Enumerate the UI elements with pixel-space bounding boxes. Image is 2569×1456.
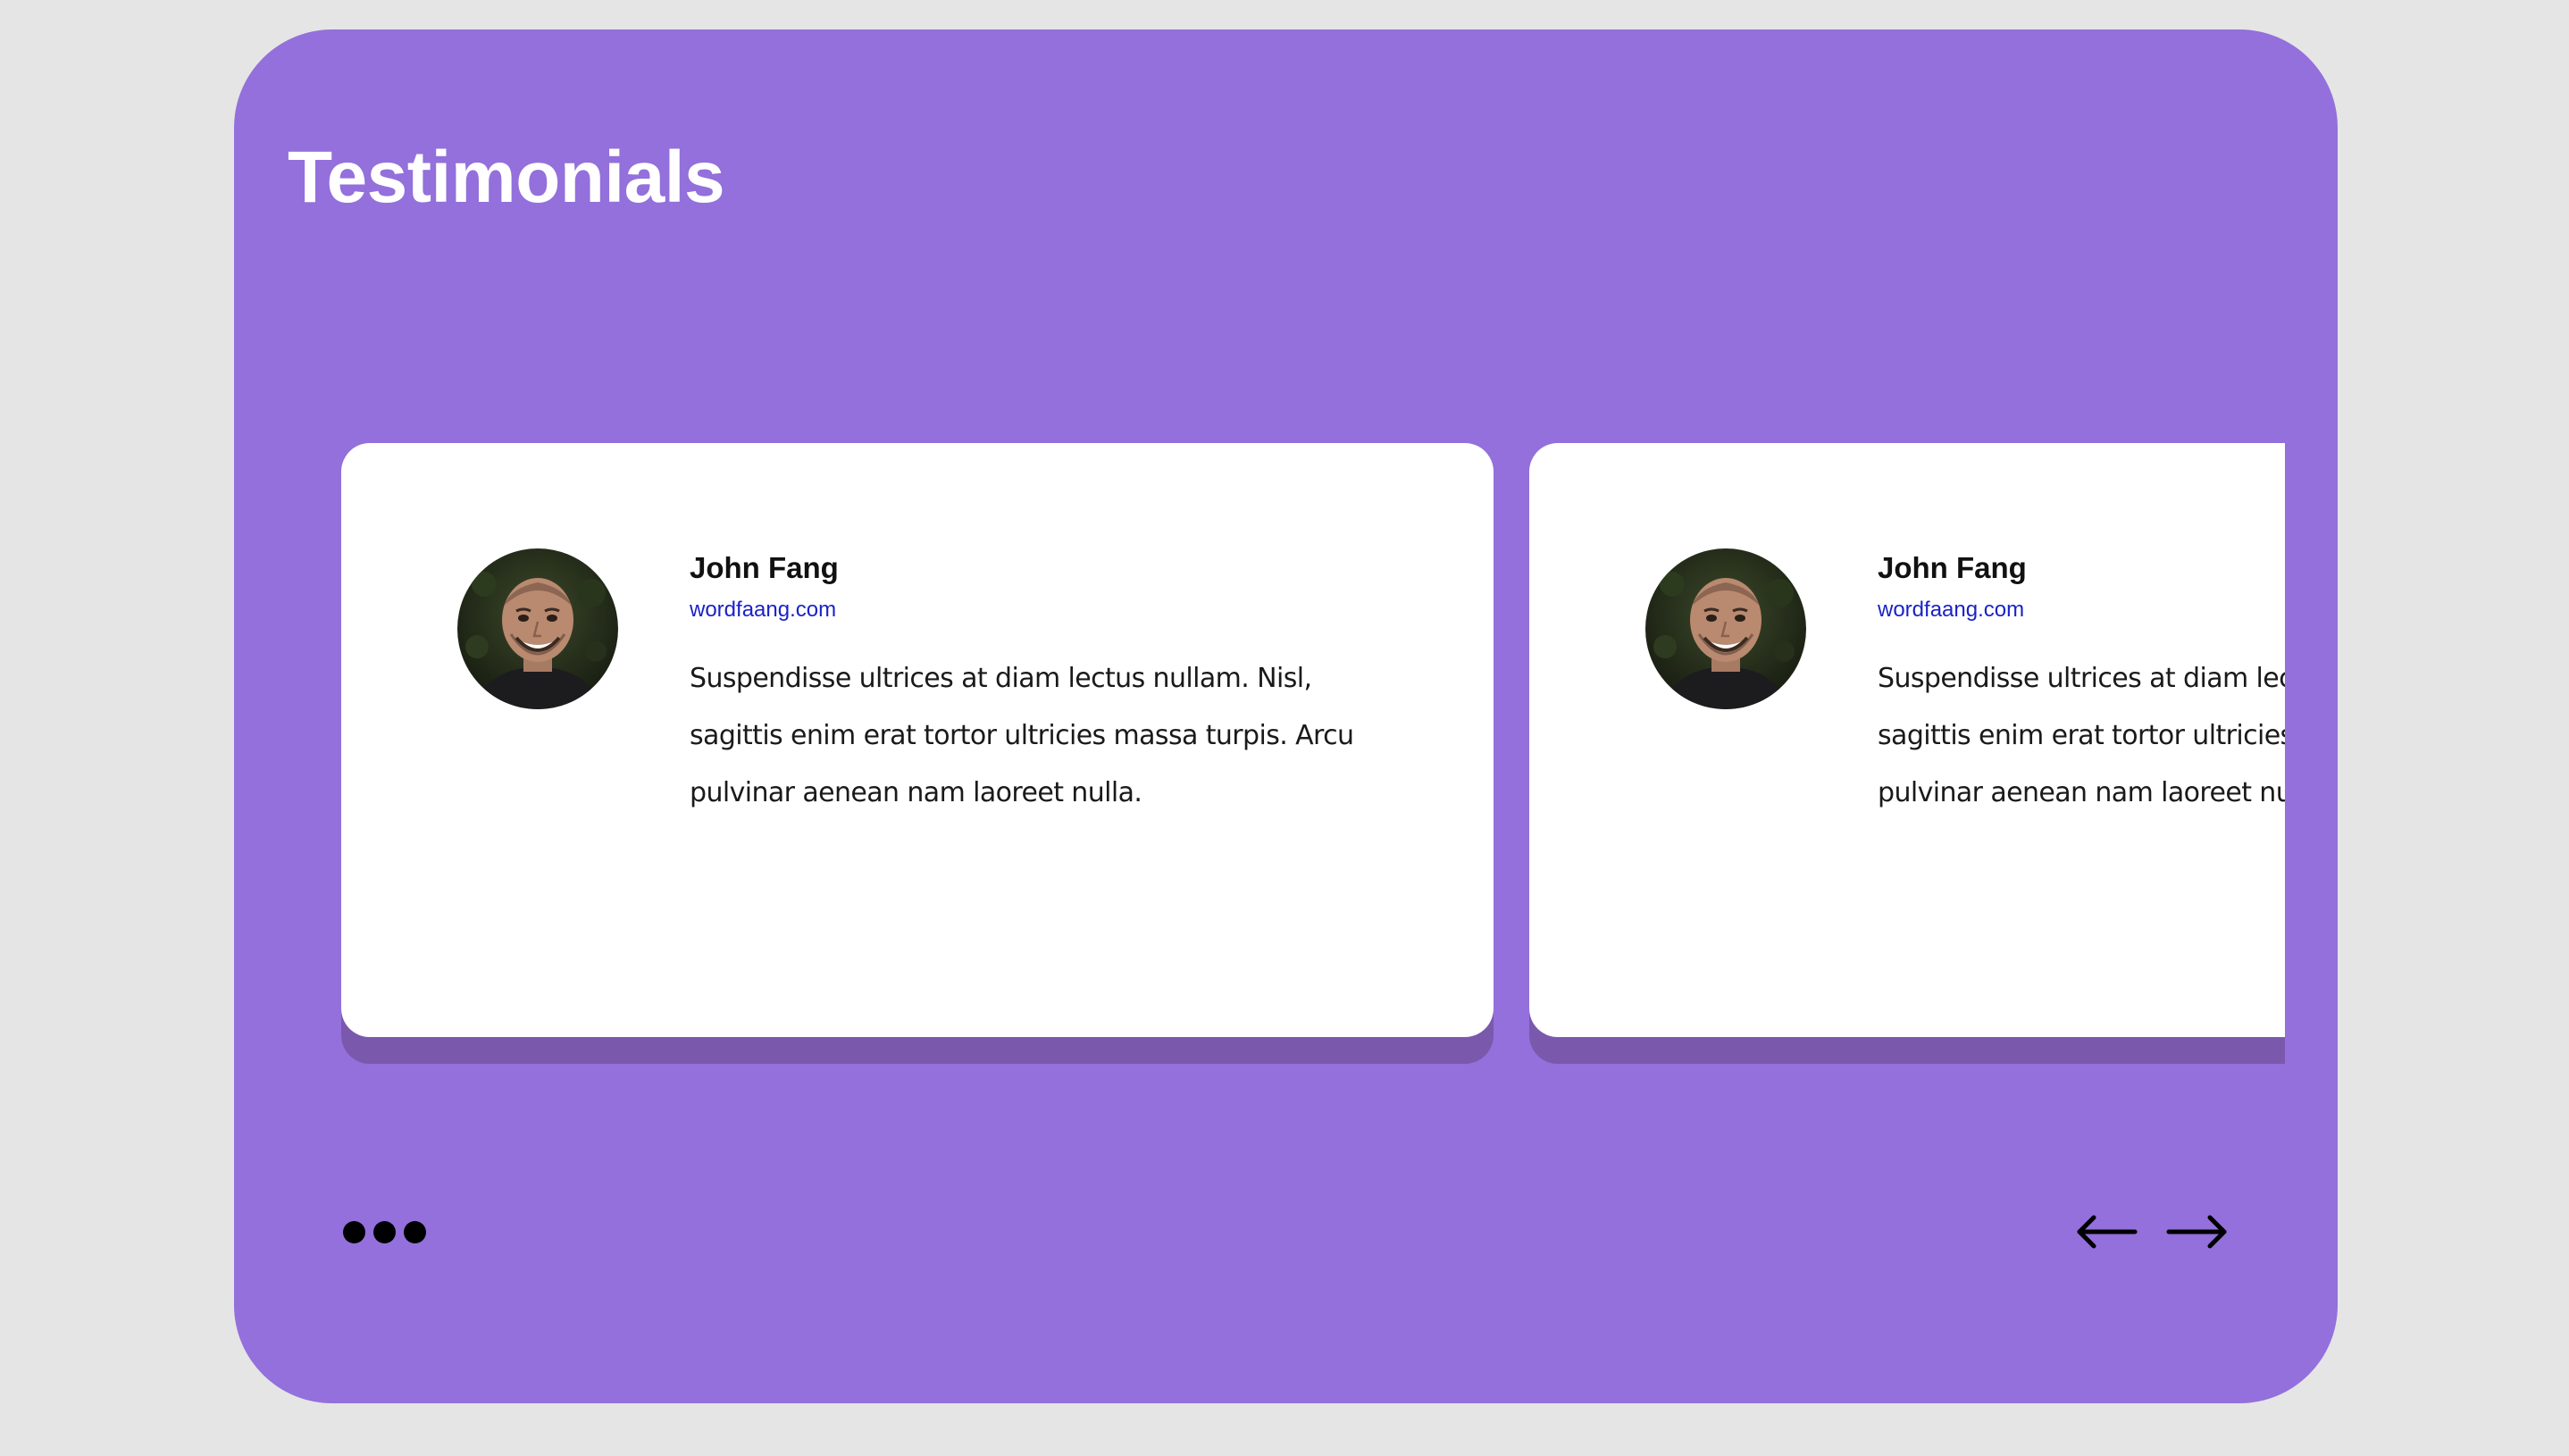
reviewer-website-link[interactable]: wordfaang.com <box>1878 598 2024 623</box>
testimonials-section: Testimonials John Fang wordfaang.com Sus… <box>234 29 2338 1403</box>
testimonial-quote: Suspendisse ultrices at diam lectus null… <box>690 663 1354 808</box>
avatar <box>457 548 618 709</box>
reviewer-name: John Fang <box>690 551 839 584</box>
pagination-dot[interactable] <box>373 1221 396 1243</box>
arrow-right-icon <box>2166 1215 2227 1249</box>
testimonial-card: John Fang wordfaang.com Suspendisse ultr… <box>1529 443 2285 1037</box>
testimonial-quote: Suspendisse ultrices at diam lectus null… <box>1878 663 2285 808</box>
section-title: Testimonials <box>288 137 725 218</box>
pagination-dot[interactable] <box>343 1221 365 1243</box>
testimonial-carousel: John Fang wordfaang.com Suspendisse ultr… <box>341 414 2285 1075</box>
reviewer-website-link[interactable]: wordfaang.com <box>690 598 836 623</box>
previous-button[interactable] <box>2074 1210 2138 1253</box>
carousel-pagination <box>343 1221 426 1243</box>
arrow-left-icon <box>2077 1215 2138 1249</box>
next-button[interactable] <box>2165 1210 2230 1253</box>
testimonial-card: John Fang wordfaang.com Suspendisse ultr… <box>341 443 1494 1037</box>
carousel-navigation <box>2074 1210 2230 1253</box>
reviewer-name: John Fang <box>1878 551 2027 584</box>
pagination-dot[interactable] <box>404 1221 426 1243</box>
avatar <box>1645 548 1806 709</box>
